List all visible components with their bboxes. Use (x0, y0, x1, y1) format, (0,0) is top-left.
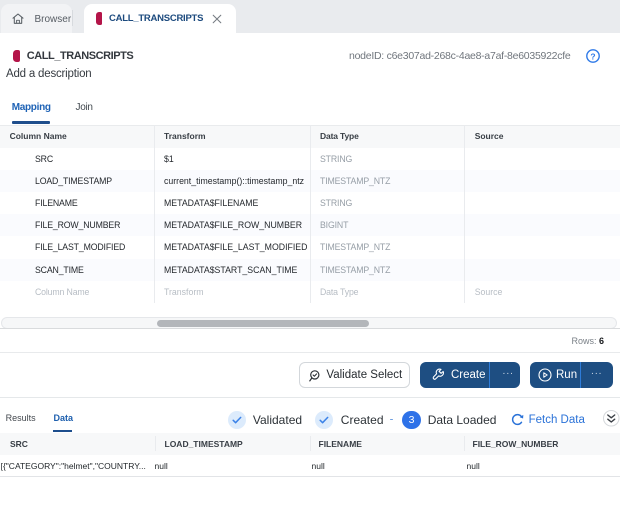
svg-text:?: ? (590, 51, 595, 61)
